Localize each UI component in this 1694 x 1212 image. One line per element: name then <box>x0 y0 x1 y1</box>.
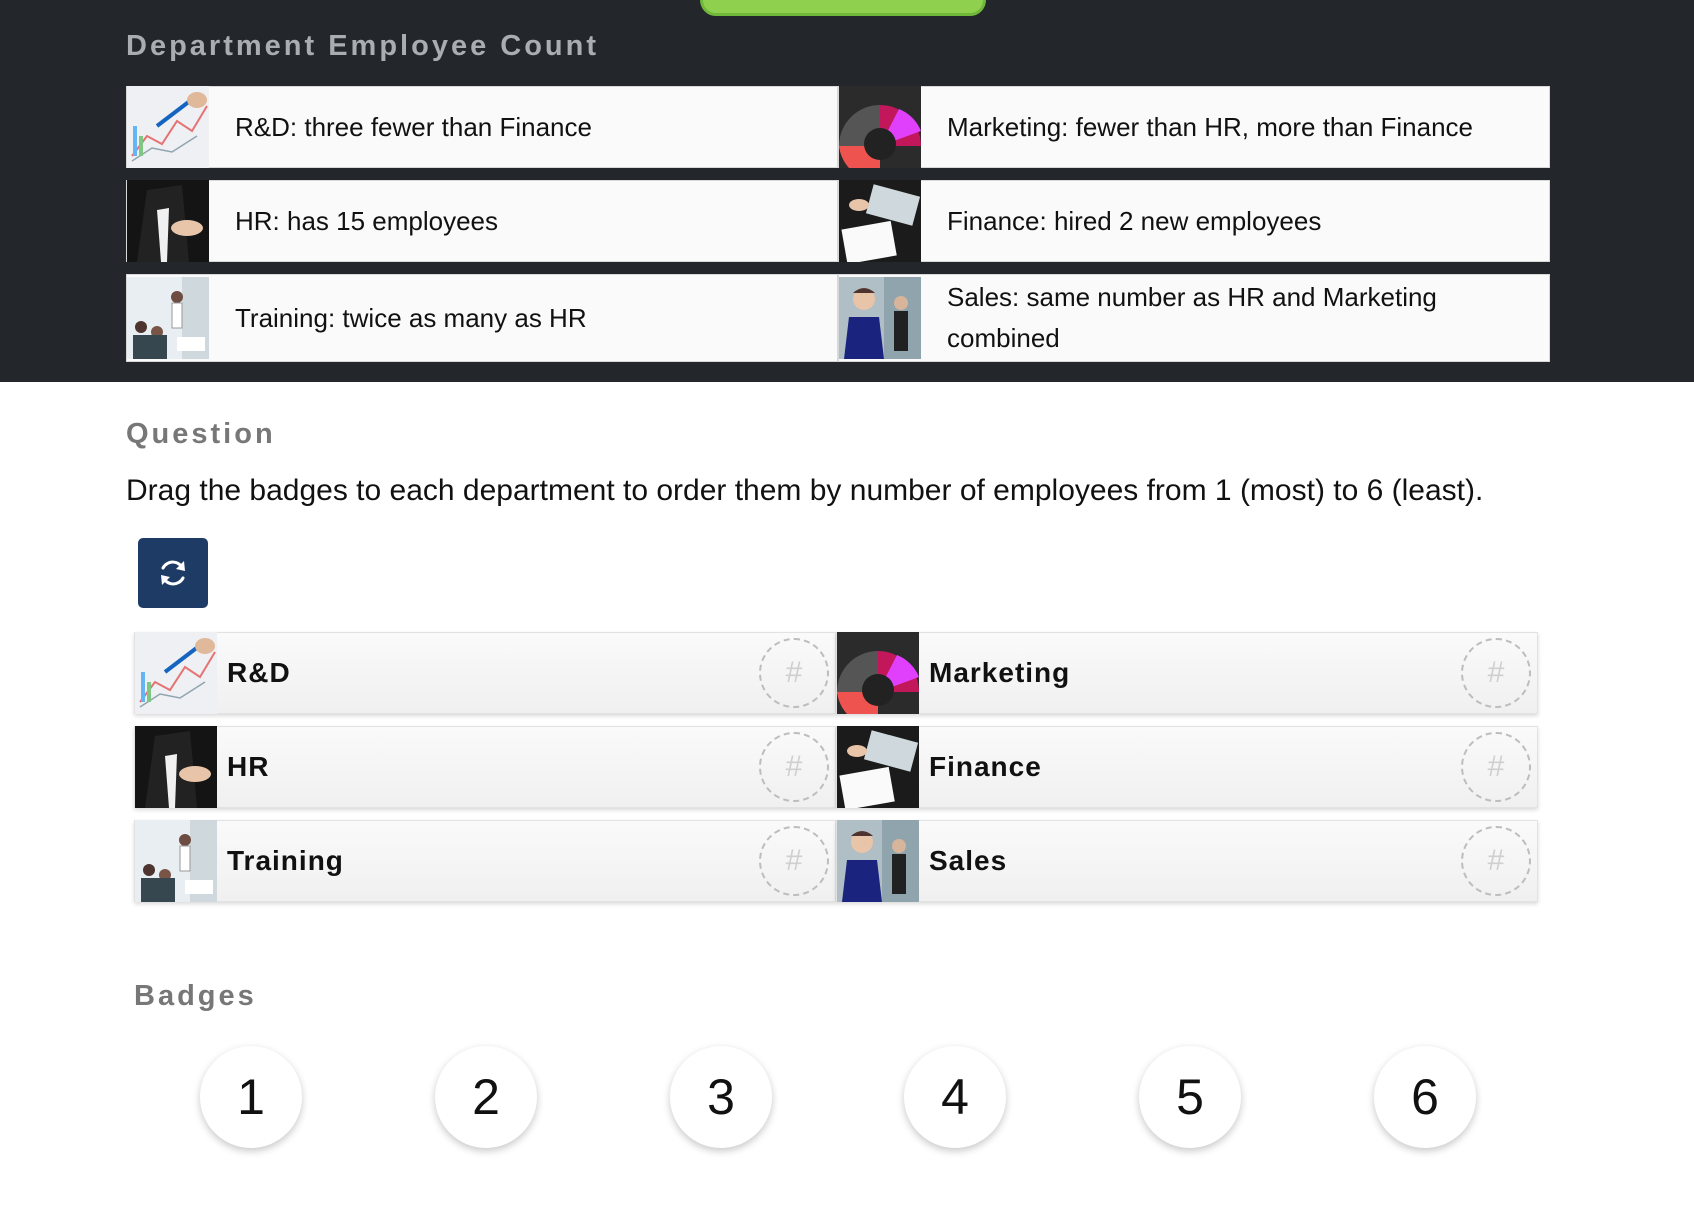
dept-hr[interactable]: HR # <box>134 726 836 808</box>
badge-drop-slot[interactable]: # <box>759 638 829 708</box>
clue-sales: Sales: same number as HR and Marketing c… <box>838 274 1550 362</box>
sales-photo-icon <box>837 820 919 902</box>
refresh-icon <box>161 560 185 586</box>
training-photo-icon <box>135 820 217 902</box>
dept-rd[interactable]: R&D # <box>134 632 836 714</box>
dept-finance[interactable]: Finance # <box>836 726 1538 808</box>
dept-marketing[interactable]: Marketing # <box>836 632 1538 714</box>
rd-photo-icon <box>127 86 209 168</box>
badge-5[interactable]: 5 <box>1139 1046 1241 1148</box>
dept-label: Training <box>227 845 344 876</box>
finance-photo-icon <box>839 180 921 262</box>
clue-hr: HR: has 15 employees <box>126 180 838 262</box>
clue-text: Marketing: fewer than HR, more than Fina… <box>947 111 1474 142</box>
green-pill-button[interactable] <box>700 0 986 16</box>
dept-label: R&D <box>227 657 291 688</box>
badge-2[interactable]: 2 <box>435 1046 537 1148</box>
dept-label: Finance <box>929 751 1042 782</box>
clue-rd: R&D: three fewer than Finance <box>126 86 838 168</box>
dept-label: Sales <box>929 845 1008 876</box>
badge-drop-slot[interactable]: # <box>759 826 829 896</box>
clue-text: R&D: three fewer than Finance <box>235 111 592 142</box>
training-photo-icon <box>127 274 209 362</box>
sales-photo-icon <box>839 274 921 362</box>
clue-text: Sales: same number as HR and Marketing c… <box>947 282 1437 353</box>
dept-label: Marketing <box>929 657 1071 688</box>
badge-drop-slot[interactable]: # <box>759 732 829 802</box>
clue-text: HR: has 15 employees <box>235 205 499 236</box>
badge-4[interactable]: 4 <box>904 1046 1006 1148</box>
clue-training: Training: twice as many as HR <box>126 274 838 362</box>
badge-drop-slot[interactable]: # <box>1461 826 1531 896</box>
dept-training[interactable]: Training # <box>134 820 836 902</box>
badge-drop-slot[interactable]: # <box>1461 638 1531 708</box>
finance-photo-icon <box>837 726 919 808</box>
badge-3[interactable]: 3 <box>670 1046 772 1148</box>
clues-section-title: Department Employee Count <box>126 30 599 62</box>
badge-1[interactable]: 1 <box>200 1046 302 1148</box>
question-title: Question <box>126 418 276 450</box>
marketing-photo-icon <box>837 632 919 714</box>
badge-drop-slot[interactable]: # <box>1461 732 1531 802</box>
clue-finance: Finance: hired 2 new employees <box>838 180 1550 262</box>
marketing-photo-icon <box>839 86 921 168</box>
dept-label: HR <box>227 751 270 782</box>
badge-6[interactable]: 6 <box>1374 1046 1476 1148</box>
dept-sales[interactable]: Sales # <box>836 820 1538 902</box>
clue-marketing: Marketing: fewer than HR, more than Fina… <box>838 86 1550 168</box>
hr-photo-icon <box>127 180 209 262</box>
question-text: Drag the badges to each department to or… <box>126 474 1484 507</box>
rd-photo-icon <box>135 632 217 714</box>
reset-button[interactable] <box>138 538 208 608</box>
hr-photo-icon <box>135 726 217 808</box>
clue-text: Training: twice as many as HR <box>235 302 587 333</box>
badges-title: Badges <box>134 980 257 1012</box>
clues-panel: Department Employee Count R&D: three few… <box>0 0 1694 382</box>
clue-text: Finance: hired 2 new employees <box>947 205 1322 236</box>
